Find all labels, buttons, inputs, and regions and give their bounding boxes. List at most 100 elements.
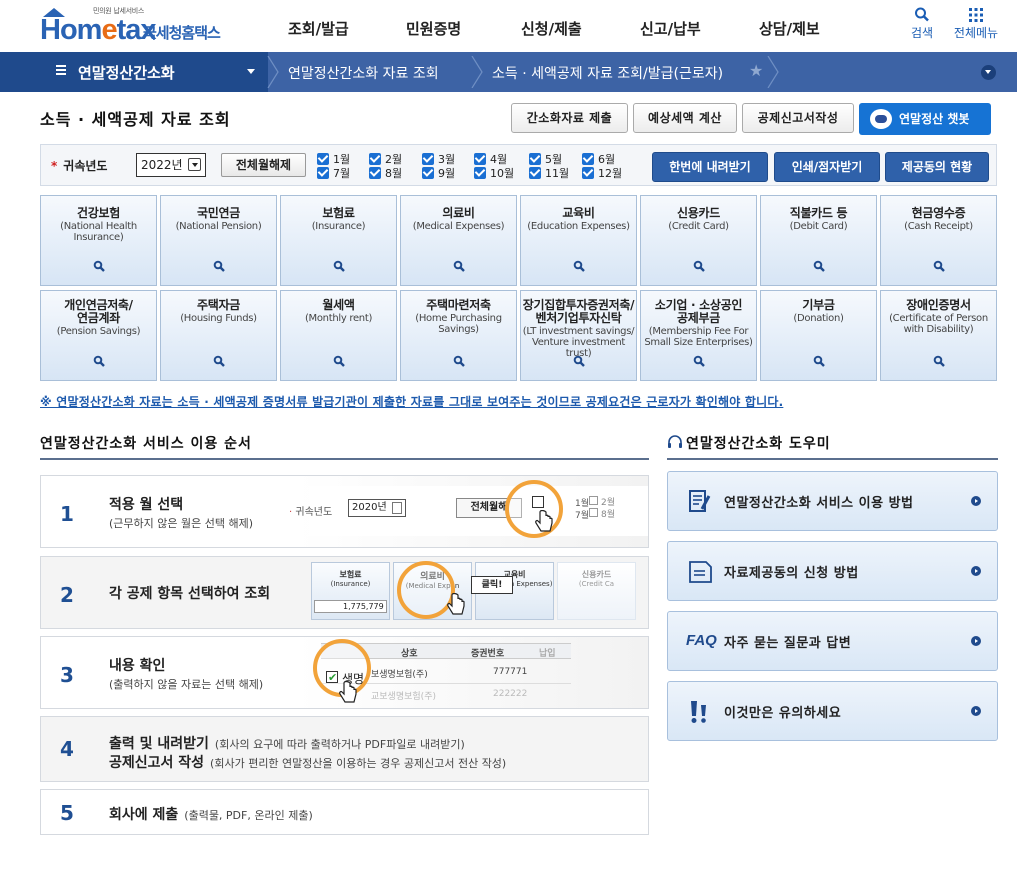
- search-label: 검색: [910, 26, 934, 40]
- category-card[interactable]: 직불카드 등 (Debit Card): [760, 195, 877, 286]
- category-name: 현금영수증: [911, 206, 966, 220]
- category-card[interactable]: 보험료 (Insurance): [280, 195, 397, 286]
- magnifier-icon: [93, 355, 105, 367]
- month-checkbox[interactable]: 9월: [422, 167, 455, 180]
- month-checkbox[interactable]: 6월: [582, 153, 615, 166]
- breadcrumb-separator-icon: [267, 56, 279, 88]
- category-name: 장애인증명서: [906, 298, 971, 312]
- magnifier-icon: [573, 260, 585, 272]
- grid-menu-icon: [969, 8, 983, 22]
- month-checkbox[interactable]: 3월: [422, 153, 455, 166]
- category-card[interactable]: 현금영수증 (Cash Receipt): [880, 195, 997, 286]
- year-label: * 귀속년도: [51, 159, 108, 173]
- month-checkbox[interactable]: 10월: [474, 167, 514, 180]
- category-name: 교육비: [562, 206, 595, 220]
- search-button[interactable]: 검색: [905, 6, 939, 41]
- chatbot-button[interactable]: 연말정산 챗봇: [859, 103, 991, 135]
- category-card[interactable]: 월세액 (Monthly rent): [280, 290, 397, 381]
- magnifier-icon: [813, 260, 825, 272]
- breadcrumb-item[interactable]: 연말정산간소화 자료 조회: [288, 63, 439, 83]
- category-card[interactable]: 장애인증명서 (Certificate of Person with Disabi…: [880, 290, 997, 381]
- section-dropdown[interactable]: 연말정산간소화: [0, 52, 268, 92]
- favorite-star-icon[interactable]: ★: [749, 61, 763, 80]
- category-card[interactable]: 건강보험 (National Health Insurance): [40, 195, 157, 286]
- category-card[interactable]: 주택마련저축 (Home Purchasing Savings): [400, 290, 517, 381]
- step-desc: (출력하지 않을 자료는 선택 해제): [109, 678, 264, 691]
- consent-status-button[interactable]: 제공동의 현황: [885, 152, 989, 182]
- magnifier-icon: [333, 355, 345, 367]
- magnifier-icon: [333, 260, 345, 272]
- month-checkbox[interactable]: 11월: [529, 167, 569, 180]
- uncheck-all-months-button[interactable]: 전체월해제: [221, 153, 306, 177]
- category-english-name: (Medical Expenses): [412, 221, 505, 232]
- year-select[interactable]: 2022년: [136, 153, 206, 177]
- category-card[interactable]: 주택자금 (Housing Funds): [160, 290, 277, 381]
- page-title: 소득 · 세액공제 자료 조회: [40, 110, 231, 129]
- pointer-hand-icon: [447, 593, 465, 615]
- month-checkbox[interactable]: 2월: [369, 153, 402, 166]
- nav-item[interactable]: 민원증명: [406, 18, 461, 39]
- category-card[interactable]: 교육비 (Education Expenses): [520, 195, 637, 286]
- category-name: 주택마련저축: [426, 298, 491, 312]
- month-checkbox[interactable]: 7월: [317, 167, 350, 180]
- all-menu-button[interactable]: 전체메뉴: [951, 6, 1001, 41]
- breadcrumb-item[interactable]: 소득 · 세액공제 자료 조회/발급(근로자): [492, 63, 723, 83]
- magnifier-icon: [213, 355, 225, 367]
- category-card[interactable]: 국민연금 (National Pension): [160, 195, 277, 286]
- category-card[interactable]: 소기업 · 소상공인 공제부금 (Membership Fee For Small…: [640, 290, 757, 381]
- faq-icon: FAQ: [686, 632, 717, 649]
- month-checkbox[interactable]: 12월: [582, 167, 622, 180]
- deduction-notice-link[interactable]: ※ 연말정산간소화 자료는 소득 · 세액공제 증명서류 발급기관이 제출한 자…: [40, 393, 783, 410]
- month-checkbox[interactable]: 5월: [529, 153, 562, 166]
- step1-illustration: · 귀속년도 2020년 전체월해 1월 7월 2월 8월: [281, 486, 648, 536]
- expand-circle-icon[interactable]: [981, 65, 996, 80]
- helper-caution[interactable]: 이것만은 유의하세요: [667, 681, 998, 741]
- helper-consent-guide[interactable]: 자료제공동의 신청 방법: [667, 541, 998, 601]
- step-title: 회사에 제출 (출력물, PDF, 온라인 제출): [109, 807, 313, 823]
- helper-faq[interactable]: FAQ 자주 묻는 질문과 답변: [667, 611, 998, 671]
- magnifier-icon: [453, 260, 465, 272]
- nav-item[interactable]: 신청/제출: [521, 18, 582, 39]
- step-desc: (근무하지 않은 월은 선택 해제): [109, 517, 254, 530]
- arrow-circle-icon: [971, 496, 981, 506]
- category-name: 월세액: [322, 298, 355, 312]
- category-name: 주택자금: [197, 298, 240, 312]
- category-english-name: (Pension Savings): [56, 326, 141, 337]
- submit-simplified-data-button[interactable]: 간소화자료 제출: [511, 103, 628, 133]
- category-card[interactable]: 개인연금저축/ 연금계좌 (Pension Savings): [40, 290, 157, 381]
- category-name: 의료비: [442, 206, 475, 220]
- category-card[interactable]: 기부금 (Donation): [760, 290, 877, 381]
- step-title: 적용 월 선택: [109, 497, 184, 513]
- pointer-hand-icon: [339, 681, 357, 703]
- magnifier-icon: [573, 355, 585, 367]
- category-english-name: (Membership Fee For Small Size Enterpris…: [644, 326, 753, 348]
- document-icon: [689, 561, 712, 583]
- category-english-name: (Monthly rent): [304, 313, 373, 324]
- step-title: 각 공제 항목 선택하여 조회: [109, 586, 271, 602]
- top-header: 민의원 납세서비스 Hometax 국세청홈택스 조회/발급 민원증명 신청/제…: [0, 0, 1017, 52]
- download-all-button[interactable]: 한번에 내려받기: [652, 152, 768, 182]
- expected-tax-button[interactable]: 예상세액 계산: [633, 103, 737, 133]
- category-card[interactable]: 의료비 (Medical Expenses): [400, 195, 517, 286]
- category-english-name: (Housing Funds): [180, 313, 257, 324]
- breadcrumb-separator-icon: [767, 56, 779, 88]
- deduction-form-button[interactable]: 공제신고서작성: [742, 103, 854, 133]
- nav-item[interactable]: 조회/발급: [288, 18, 349, 39]
- highlight-ring: [505, 480, 563, 538]
- arrow-circle-icon: [971, 706, 981, 716]
- category-english-name: (National Health Insurance): [60, 221, 137, 243]
- month-checkbox[interactable]: 8월: [369, 167, 402, 180]
- step-5: 5 회사에 제출 (출력물, PDF, 온라인 제출): [40, 789, 649, 835]
- search-icon: [915, 7, 929, 22]
- category-name: 기부금: [802, 298, 835, 312]
- category-card[interactable]: 신용카드 (Credit Card): [640, 195, 757, 286]
- step-1: 1 적용 월 선택 (근무하지 않은 월은 선택 해제) · 귀속년도 2020…: [40, 475, 649, 548]
- step-4: 4 출력 및 내려받기 (회사의 요구에 따라 출력하거나 PDF파일로 내려받기…: [40, 716, 649, 782]
- print-braille-button[interactable]: 인쇄/점자받기: [774, 152, 880, 182]
- month-checkbox[interactable]: 4월: [474, 153, 507, 166]
- helper-usage-guide[interactable]: 연말정산간소화 서비스 이용 방법: [667, 471, 998, 531]
- category-card[interactable]: 장기집합투자증권저축/ 벤처기업투자신탁 (LT investment savin…: [520, 290, 637, 381]
- month-checkbox[interactable]: 1월: [317, 153, 350, 166]
- nav-item[interactable]: 상담/제보: [759, 18, 820, 39]
- nav-item[interactable]: 신고/납부: [640, 18, 701, 39]
